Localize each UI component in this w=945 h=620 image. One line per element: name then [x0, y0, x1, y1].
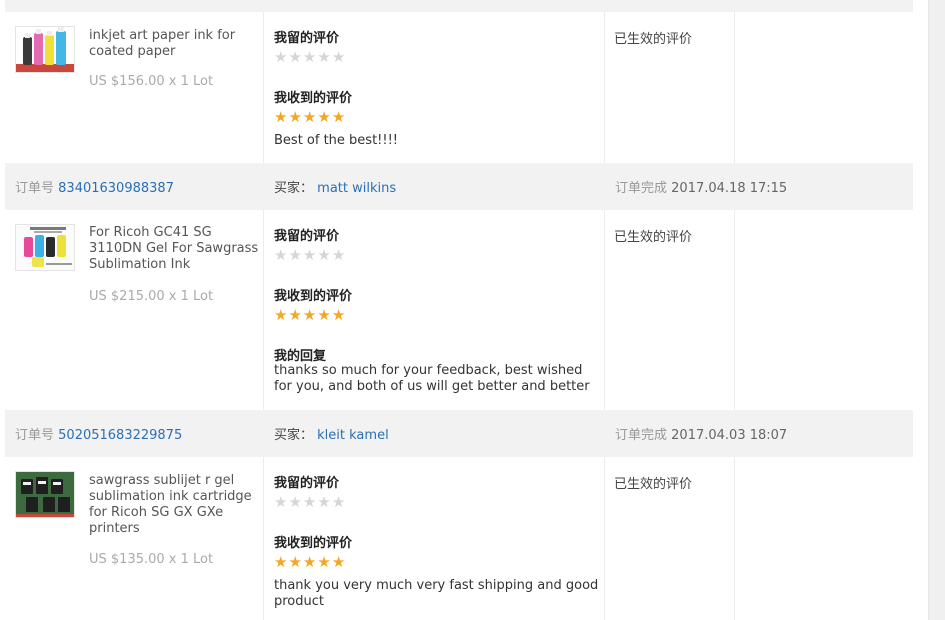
star-icon: ★	[317, 108, 331, 126]
my-review-label: 我留的评价	[274, 229, 340, 244]
star-icon: ★	[317, 553, 331, 571]
buyer-label: 买家：	[274, 428, 314, 443]
star-icon: ★	[288, 48, 302, 66]
order-number-link[interactable]: 83401630988387	[58, 181, 174, 196]
product-name-link[interactable]: For Ricoh GC41 SG 3110DN Gel For Sawgras…	[89, 225, 259, 273]
received-rating-stars: ★ ★ ★ ★ ★	[274, 108, 346, 126]
extra-cell	[735, 457, 913, 620]
star-icon: ★	[288, 108, 302, 126]
star-icon: ★	[288, 306, 302, 324]
order-number-link[interactable]: 502051683229875	[58, 428, 182, 443]
product-name-link[interactable]: sawgrass sublijet r gel sublimation ink …	[89, 473, 259, 537]
star-icon: ★	[274, 306, 288, 324]
status-cell: 已生效的评价	[605, 210, 735, 410]
received-review-label: 我收到的评价	[274, 536, 353, 551]
order-completed-label: 订单完成	[615, 181, 668, 196]
feedback-list: inkjet art paper ink for coated paper US…	[5, 0, 913, 620]
order-meta-row: 订单号 502051683229875 买家： kleit kamel 订单完成…	[5, 410, 913, 457]
received-review-text: thank you very much very fast shipping a…	[274, 578, 599, 609]
order-completed-label: 订单完成	[615, 428, 668, 443]
order-number-label: 订单号	[15, 181, 55, 196]
order-number: 订单号 502051683229875	[5, 424, 264, 443]
my-review-label: 我留的评价	[274, 476, 340, 491]
my-rating-stars: ★ ★ ★ ★ ★	[274, 48, 346, 66]
star-icon: ★	[274, 246, 288, 264]
star-icon: ★	[317, 48, 331, 66]
received-review-label: 我收到的评价	[274, 91, 353, 106]
my-rating-stars: ★ ★ ★ ★ ★	[274, 493, 346, 511]
received-review-label: 我收到的评价	[274, 289, 353, 304]
star-icon: ★	[317, 306, 331, 324]
star-icon: ★	[274, 108, 288, 126]
order-completed: 订单完成 2017.04.18 17:15	[605, 177, 913, 196]
star-icon: ★	[331, 108, 346, 126]
star-icon: ★	[288, 246, 302, 264]
star-icon: ★	[302, 108, 317, 126]
star-icon: ★	[302, 306, 317, 324]
extra-cell	[735, 210, 913, 410]
product-thumbnail[interactable]	[15, 26, 75, 73]
star-icon: ★	[288, 493, 302, 511]
order-meta-row: 订单号 83401630988387 买家： matt wilkins 订单完成…	[5, 163, 913, 210]
star-icon: ★	[274, 48, 288, 66]
buyer-info: 买家： matt wilkins	[264, 177, 605, 196]
product-price: US $215.00 x 1 Lot	[89, 289, 214, 304]
star-icon: ★	[331, 306, 346, 324]
product-thumbnail[interactable]	[15, 224, 75, 271]
order-header-band	[5, 0, 913, 12]
my-reply-text: thanks so much for your feedback, best w…	[274, 363, 590, 394]
product-name-link[interactable]: inkjet art paper ink for coated paper	[89, 28, 259, 60]
product-price: US $135.00 x 1 Lot	[89, 552, 214, 567]
product-thumbnail[interactable]	[15, 471, 75, 518]
order-completed-date: 2017.04.03 18:07	[671, 428, 788, 443]
star-icon: ★	[274, 553, 288, 571]
star-icon: ★	[302, 48, 317, 66]
review-cell: 我留的评价 ★ ★ ★ ★ ★ 我收到的评价 ★ ★ ★ ★ ★ Best of the bes…	[264, 12, 605, 163]
star-icon: ★	[302, 493, 317, 511]
product-price: US $156.00 x 1 Lot	[89, 74, 214, 89]
star-icon: ★	[317, 246, 331, 264]
order-number: 订单号 83401630988387	[5, 177, 264, 196]
status-cell: 已生效的评价	[605, 457, 735, 620]
star-icon: ★	[317, 493, 331, 511]
product-cell: For Ricoh GC41 SG 3110DN Gel For Sawgras…	[5, 210, 264, 410]
feedback-item: inkjet art paper ink for coated paper US…	[5, 12, 913, 163]
received-rating-stars: ★ ★ ★ ★ ★	[274, 306, 346, 324]
feedback-item: sawgrass sublijet r gel sublimation ink …	[5, 457, 913, 620]
review-cell: 我留的评价 ★ ★ ★ ★ ★ 我收到的评价 ★ ★ ★ ★ ★ 我的回复 thanks so …	[264, 210, 605, 410]
star-icon: ★	[302, 246, 317, 264]
order-completed-date: 2017.04.18 17:15	[671, 181, 788, 196]
buyer-name-link[interactable]: matt wilkins	[317, 181, 396, 196]
product-cell: sawgrass sublijet r gel sublimation ink …	[5, 457, 264, 620]
my-reply-label: 我的回复	[274, 349, 327, 364]
page-scrollbar[interactable]	[928, 0, 945, 620]
star-icon: ★	[288, 553, 302, 571]
buyer-label: 买家：	[274, 181, 314, 196]
star-icon: ★	[274, 493, 288, 511]
received-rating-stars: ★ ★ ★ ★ ★	[274, 553, 346, 571]
status-text: 已生效的评价	[614, 32, 693, 47]
status-text: 已生效的评价	[614, 230, 693, 245]
order-number-label: 订单号	[15, 428, 55, 443]
product-cell: inkjet art paper ink for coated paper US…	[5, 12, 264, 163]
star-icon: ★	[331, 493, 346, 511]
order-completed: 订单完成 2017.04.03 18:07	[605, 424, 913, 443]
star-icon: ★	[331, 48, 346, 66]
buyer-info: 买家： kleit kamel	[264, 424, 605, 443]
extra-cell	[735, 12, 913, 163]
received-review-text: Best of the best!!!!	[274, 133, 399, 148]
buyer-name-link[interactable]: kleit kamel	[317, 428, 389, 443]
star-icon: ★	[331, 553, 346, 571]
star-icon: ★	[302, 553, 317, 571]
review-cell: 我留的评价 ★ ★ ★ ★ ★ 我收到的评价 ★ ★ ★ ★ ★ thank you very …	[264, 457, 605, 620]
my-rating-stars: ★ ★ ★ ★ ★	[274, 246, 346, 264]
feedback-item: For Ricoh GC41 SG 3110DN Gel For Sawgras…	[5, 210, 913, 410]
status-text: 已生效的评价	[614, 477, 693, 492]
status-cell: 已生效的评价	[605, 12, 735, 163]
star-icon: ★	[331, 246, 346, 264]
my-review-label: 我留的评价	[274, 31, 340, 46]
